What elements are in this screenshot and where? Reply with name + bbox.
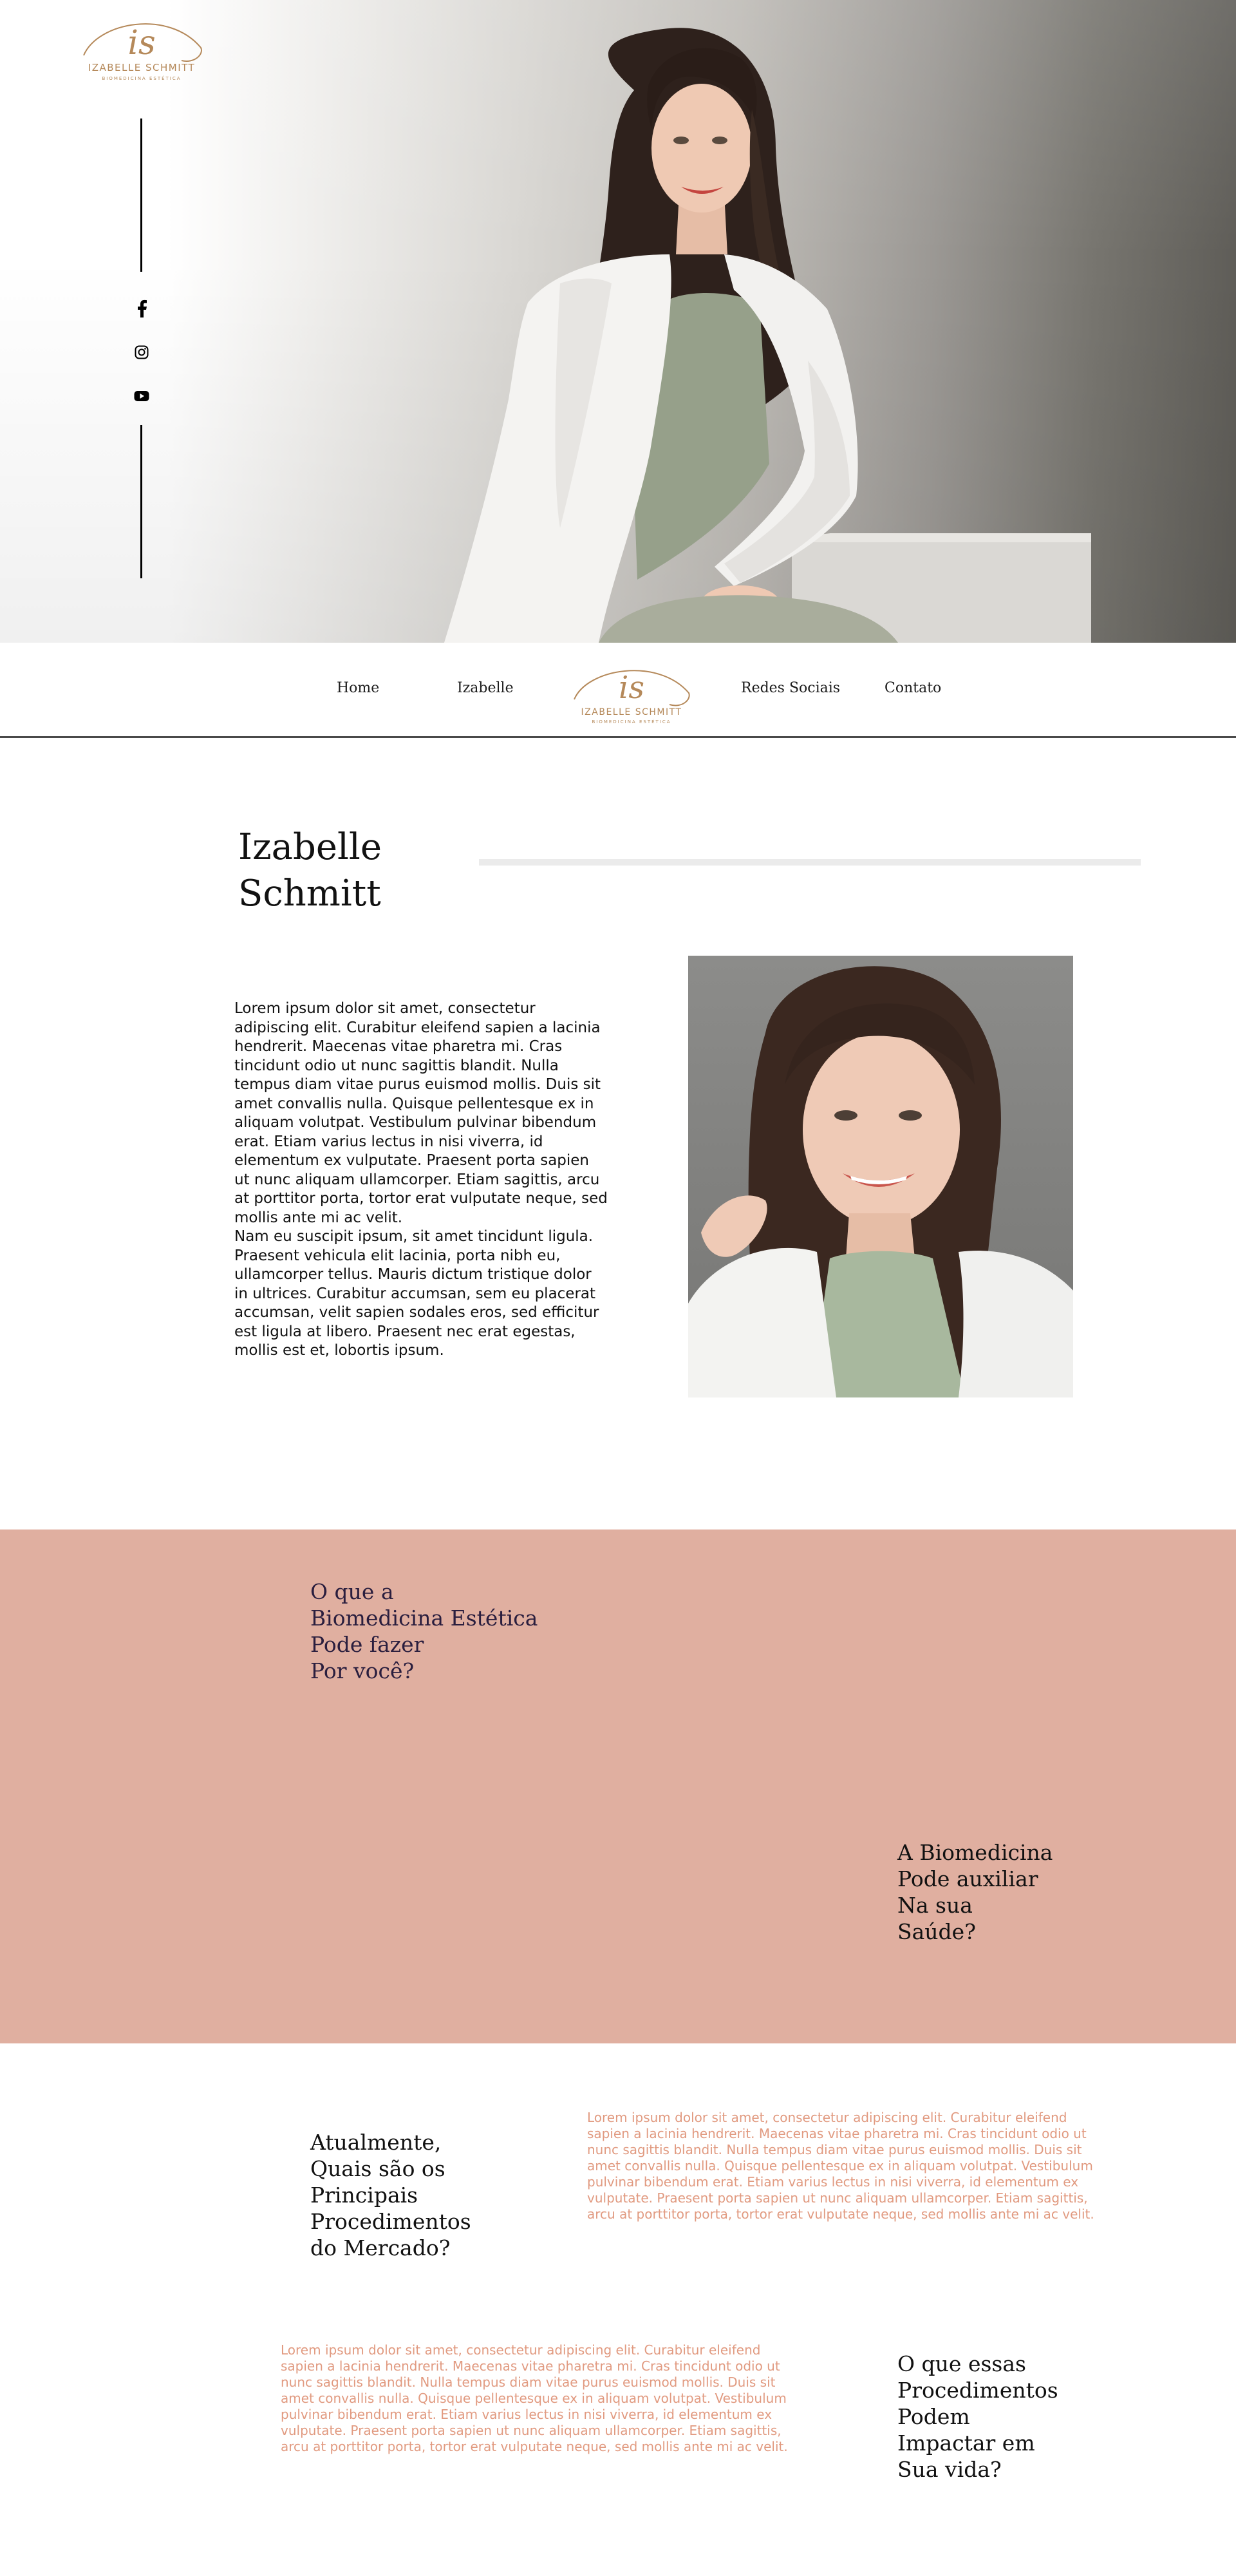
impact-paragraph: Lorem ipsum dolor sit amet, consectetur … [281,2342,788,2454]
instagram-link[interactable] [132,343,151,362]
hero-section: is IZABELLE SCHMITT BIOMEDICINA ESTÉTICA [0,0,1236,643]
instagram-icon [135,345,149,359]
svg-text:IZABELLE SCHMITT: IZABELLE SCHMITT [581,707,682,717]
biomedicine-question-heading: O que a Biomedicina Estética Pode fazer … [310,1579,538,1683]
hero-portrait-photo [444,28,1091,643]
nav-redes-sociais[interactable]: Redes Sociais [741,680,840,696]
svg-text:BIOMEDICINA ESTÉTICA: BIOMEDICINA ESTÉTICA [592,719,671,724]
svg-text:BIOMEDICINA ESTÉTICA: BIOMEDICINA ESTÉTICA [102,75,181,81]
svg-text:is: is [127,24,155,62]
nav-izabelle[interactable]: Izabelle [457,680,514,696]
youtube-link[interactable] [132,386,151,406]
svg-text:IZABELLE SCHMITT: IZABELLE SCHMITT [88,62,195,73]
main-navigation: Home Izabelle is IZABELLE SCHMITT BIOMED… [0,643,1236,738]
facebook-link[interactable] [132,299,151,318]
about-divider [479,859,1141,866]
nav-home[interactable]: Home [337,680,379,696]
procedures-paragraph: Lorem ipsum dolor sit amet, consectetur … [587,2110,1094,2222]
about-title: Izabelle Schmitt [238,824,382,917]
about-paragraph: Lorem ipsum dolor sit amet, consectetur … [234,1000,608,1359]
procedures-heading: Atualmente, Quais são os Principais Proc… [310,2130,471,2260]
social-divider-bottom [140,425,142,578]
nav-brand-logo[interactable]: is IZABELLE SCHMITT BIOMEDICINA ESTÉTICA [564,657,699,726]
brand-logo[interactable]: is IZABELLE SCHMITT BIOMEDICINA ESTÉTICA [72,9,211,84]
impact-heading: O que essas Procedimentos Podem Impactar… [897,2351,1058,2482]
facebook-icon [138,299,147,317]
biomedicine-health-heading: A Biomedicina Pode auxiliar Na sua Saúde… [897,1840,1053,1944]
about-title-line2: Schmitt [238,873,381,914]
svg-text:is: is [619,670,644,706]
biomedicine-section [0,1530,1236,2043]
about-portrait-photo [688,956,1073,1397]
nav-contato[interactable]: Contato [885,680,941,696]
social-divider-top [140,118,142,272]
about-title-line1: Izabelle [238,826,382,868]
youtube-icon [134,391,149,401]
